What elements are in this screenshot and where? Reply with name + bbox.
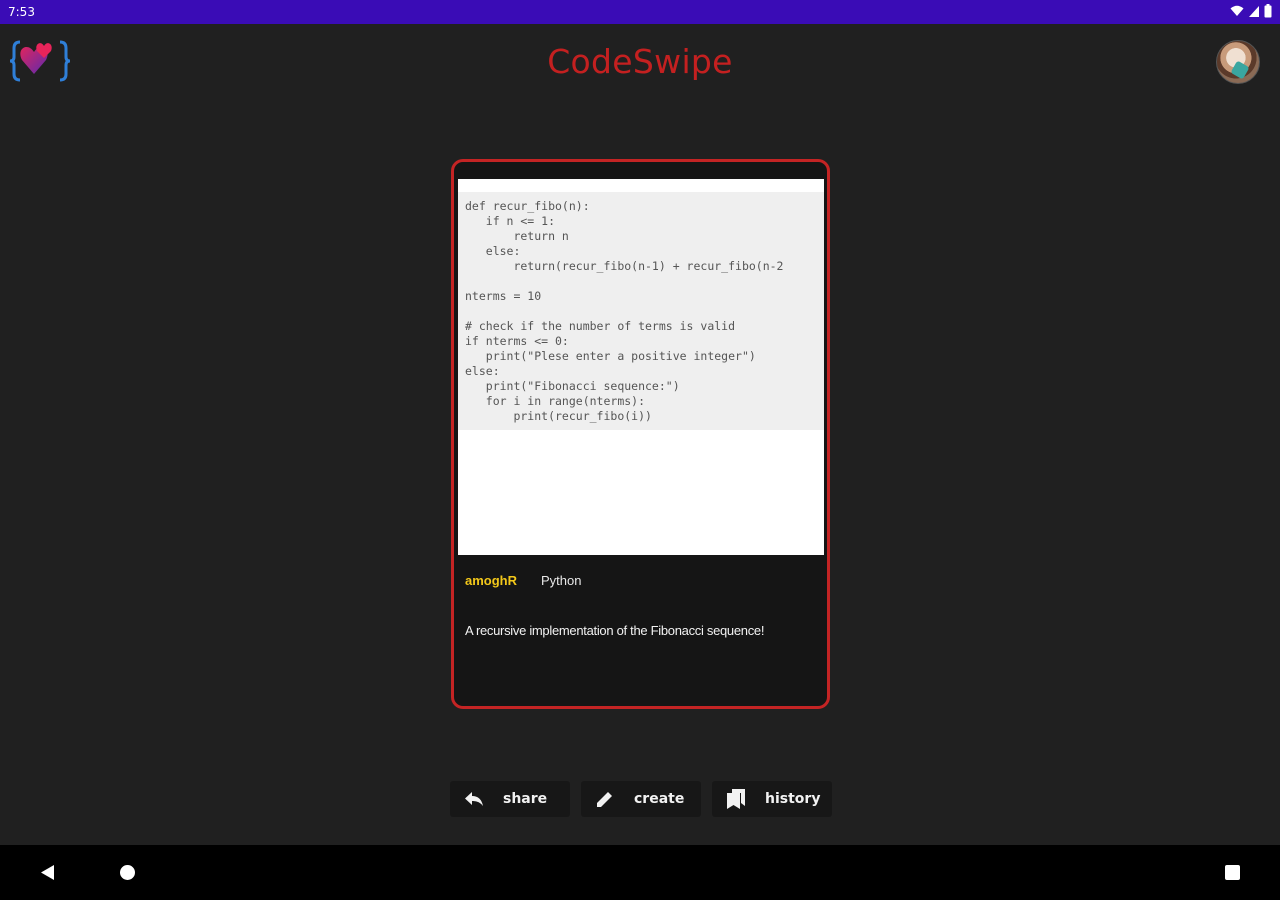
snippet-description: A recursive implementation of the Fibona… bbox=[465, 623, 765, 638]
app-bar: CodeSwipe bbox=[0, 24, 1280, 100]
language-label: Python bbox=[541, 573, 582, 588]
author-name[interactable]: amoghR bbox=[465, 573, 517, 588]
code-line: # check if the number of terms is valid bbox=[465, 319, 736, 333]
code-line: nterms = 10 bbox=[465, 289, 542, 303]
wifi-icon bbox=[1230, 5, 1244, 16]
back-icon[interactable] bbox=[40, 864, 56, 881]
home-icon[interactable] bbox=[120, 865, 135, 880]
code-line: if nterms <= 0: bbox=[465, 334, 569, 348]
card-meta: amoghR Python bbox=[465, 573, 581, 588]
history-label: history bbox=[765, 791, 821, 807]
system-nav-bar bbox=[0, 845, 1280, 900]
recents-icon[interactable] bbox=[1225, 865, 1240, 880]
code-preview: def recur_fibo(n): if n <= 1: return n e… bbox=[458, 179, 824, 555]
code-line: else: bbox=[465, 244, 521, 258]
avatar[interactable] bbox=[1216, 40, 1260, 84]
create-label: create bbox=[634, 791, 685, 807]
create-button[interactable]: create bbox=[581, 781, 701, 817]
code-line: return n bbox=[465, 229, 569, 243]
bookmarks-icon bbox=[725, 788, 747, 810]
code-line: def recur_fibo(n): bbox=[465, 199, 590, 213]
code-line: else: bbox=[465, 364, 500, 378]
code-line: print(recur_fibo(i)) bbox=[465, 409, 652, 423]
code-block: def recur_fibo(n): if n <= 1: return n e… bbox=[458, 192, 824, 430]
share-label: share bbox=[503, 791, 548, 807]
reply-arrow-icon bbox=[463, 788, 485, 810]
share-button[interactable]: share bbox=[450, 781, 570, 817]
code-card[interactable]: def recur_fibo(n): if n <= 1: return n e… bbox=[451, 159, 830, 709]
code-line: print("Fibonacci sequence:") bbox=[465, 379, 680, 393]
code-line: if n <= 1: bbox=[465, 214, 556, 228]
code-line: return(recur_fibo(n-1) + recur_fibo(n-2 bbox=[465, 259, 784, 273]
pencil-icon bbox=[594, 788, 616, 810]
code-line: for i in range(nterms): bbox=[465, 394, 646, 408]
action-bar: share create history bbox=[450, 781, 832, 817]
signal-icon bbox=[1249, 6, 1259, 17]
code-line: print("Plese enter a positive integer") bbox=[465, 349, 756, 363]
app-title: CodeSwipe bbox=[547, 42, 733, 81]
status-bar: 7:53 bbox=[0, 0, 1280, 24]
status-icons bbox=[1230, 4, 1272, 18]
status-time: 7:53 bbox=[8, 5, 35, 19]
battery-icon bbox=[1264, 4, 1272, 18]
history-button[interactable]: history bbox=[712, 781, 832, 817]
